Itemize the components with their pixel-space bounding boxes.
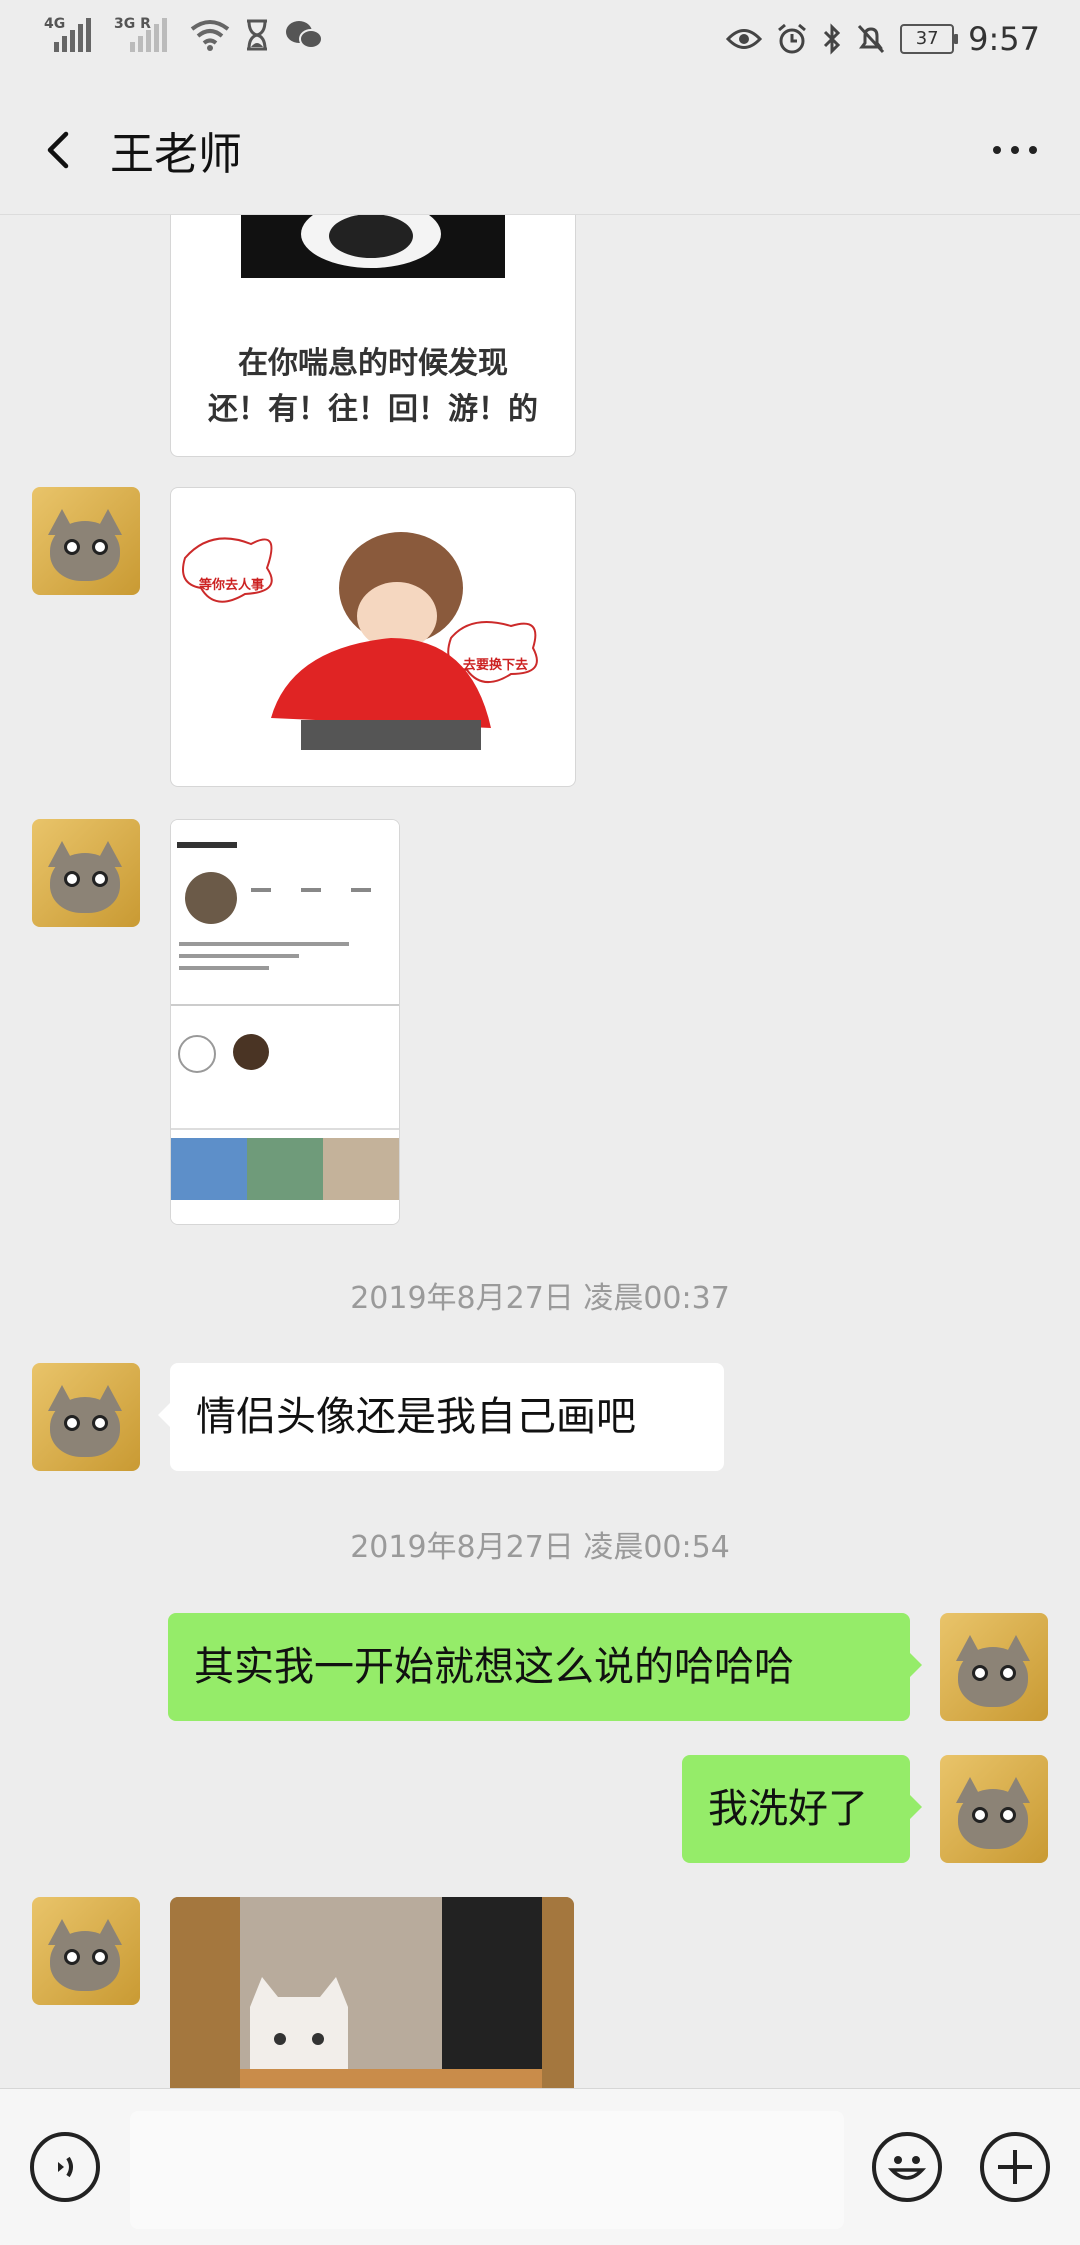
dot-icon [993,146,1001,154]
signal-3g-icon: 3G R [114,16,176,52]
message-input[interactable] [130,2111,844,2229]
smiley-icon [887,2156,927,2180]
more-functions-button[interactable] [980,2132,1050,2202]
status-bar: 4G 3G R 37 9:57 [0,0,1080,84]
input-bar [0,2088,1080,2245]
clock: 9:57 [968,20,1040,58]
sticker-message[interactable]: 在你喘息的时候发现 还！有！往！回！游！的 [170,215,576,457]
sticker-bubble-text: 去要换下去 [463,658,529,673]
sticker-bubble-text: 等你去人事 [199,578,265,593]
hourglass-icon [247,19,267,51]
eye-icon [726,29,763,49]
contact-avatar[interactable] [32,819,140,927]
voice-toggle-button[interactable] [30,2132,100,2202]
timestamp: 2019年8月27日 凌晨00:37 [350,1281,730,1316]
outgoing-message-bubble[interactable]: 我洗好了 [682,1755,922,1863]
image-message[interactable] [170,819,400,1225]
chat-header: 王老师 [0,84,1080,215]
contact-avatar[interactable] [32,1363,140,1471]
cat-photo-image [170,1897,574,2088]
contact-avatar[interactable] [32,1897,140,2005]
mute-bell-icon [858,24,885,54]
emoji-button[interactable] [872,2132,942,2202]
contact-avatar[interactable] [32,487,140,595]
sticker-caption: 还！有！往！回！游！的 [208,392,538,427]
back-arrow-icon[interactable] [30,120,90,180]
my-avatar[interactable] [940,1613,1048,1721]
cartoon-sticker-image [182,532,538,750]
incoming-message-bubble[interactable]: 情侣头像还是我自己画吧 [158,1363,724,1471]
plus-icon [998,2150,1032,2184]
screenshot-thumbnail-image [171,820,399,1224]
dot-icon [1029,146,1037,154]
meme-face-image [241,215,505,278]
dot-icon [1011,146,1019,154]
signal-4g-icon: 4G [44,16,100,52]
alarm-icon [778,23,807,54]
voice-icon [58,2156,73,2178]
more-options-button[interactable] [980,120,1050,180]
sticker-caption: 在你喘息的时候发现 [238,346,508,381]
sticker-message[interactable]: 等你去人事 去要换下去 [170,487,576,787]
chat-title: 王老师 [110,129,242,180]
battery-indicator: 37 [900,24,959,54]
wechat-icon [286,21,323,49]
timestamp: 2019年8月27日 凌晨00:54 [350,1530,730,1565]
wifi-icon [190,20,230,51]
bluetooth-icon [824,23,841,55]
message-list[interactable]: 在你喘息的时候发现 还！有！往！回！游！的 等你去人事 去要换下去 2019年8… [0,215,1080,2088]
outgoing-message-bubble[interactable]: 其实我一开始就想这么说的哈哈哈 [168,1613,922,1721]
my-avatar[interactable] [940,1755,1048,1863]
image-message[interactable] [170,1897,574,2088]
